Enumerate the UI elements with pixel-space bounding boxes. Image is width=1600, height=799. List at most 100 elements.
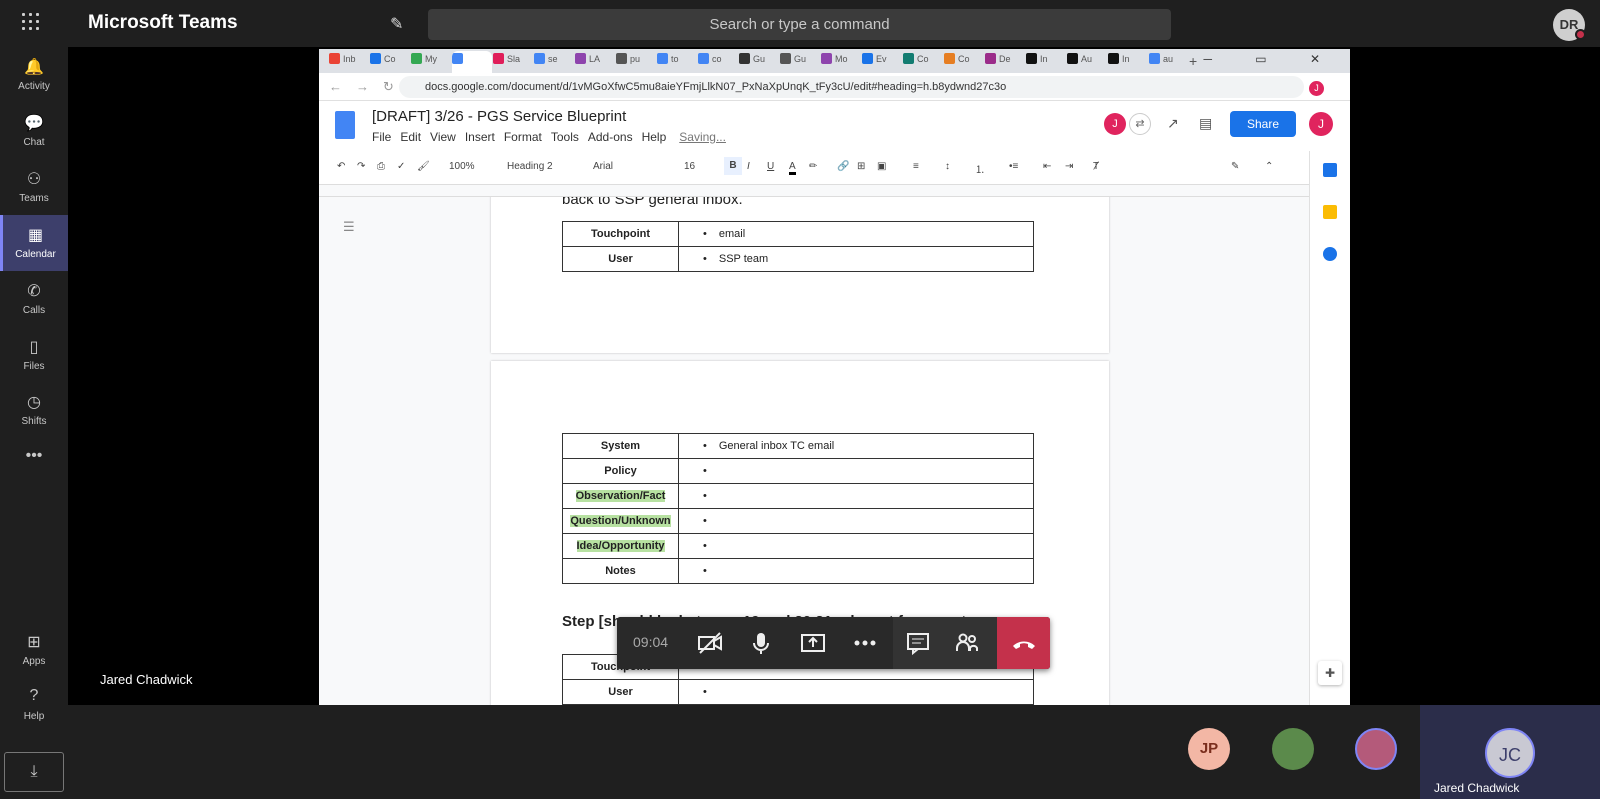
activity-icon[interactable]: ↗	[1167, 115, 1179, 132]
browser-tab[interactable]: In	[1108, 53, 1146, 71]
avatar[interactable]: J	[1309, 112, 1333, 136]
row-value[interactable]: email	[719, 228, 745, 240]
line-spacing-icon[interactable]: ↕	[945, 161, 950, 172]
search-input[interactable]: Search or type a command	[428, 9, 1171, 40]
decrease-indent-icon[interactable]: ⇤	[1043, 161, 1051, 172]
highlight-icon[interactable]: ✏	[809, 161, 817, 172]
nav-buttons[interactable]: ←→↻	[329, 79, 408, 95]
menu-item[interactable]: Tools	[551, 130, 579, 144]
browser-tab[interactable]: se	[534, 53, 572, 71]
download-icon[interactable]: ⤓	[4, 752, 64, 792]
menu-item[interactable]: File	[372, 130, 391, 144]
browser-tab[interactable]: Co	[944, 53, 982, 71]
image-icon[interactable]: ▣	[877, 161, 886, 172]
chevron-up-icon[interactable]: ⌃	[1265, 161, 1273, 172]
row-value[interactable]: General inbox TC email	[719, 440, 834, 452]
browser-tab[interactable]: Inb	[329, 53, 367, 71]
rail-bell[interactable]: 🔔 Activity	[0, 47, 68, 103]
style-select[interactable]: Heading 2	[507, 161, 553, 172]
browser-tab[interactable]: LA	[575, 53, 613, 71]
browser-tab[interactable]: Au	[1067, 53, 1105, 71]
browser-tab[interactable]: pu	[616, 53, 654, 71]
browser-tab[interactable]: au	[1149, 53, 1187, 71]
clear-formatting-icon[interactable]: Ⱦ	[1093, 161, 1099, 172]
row-value[interactable]: SSP team	[719, 253, 768, 265]
rail-clock[interactable]: ◷ Shifts	[0, 382, 68, 438]
browser-tab[interactable]: Ev	[862, 53, 900, 71]
app-launcher-icon[interactable]	[22, 13, 42, 33]
avatar[interactable]	[1355, 728, 1397, 770]
numbered-list-icon[interactable]: ⒈	[975, 161, 985, 176]
browser-tab[interactable]: De	[985, 53, 1023, 71]
menu-item[interactable]: Add-ons	[588, 130, 633, 144]
tasks-addon-icon[interactable]	[1323, 247, 1337, 261]
hang-up-button[interactable]	[997, 617, 1050, 669]
rail-teams[interactable]: ⚇ Teams	[0, 159, 68, 215]
browser-tab[interactable]: Mo	[821, 53, 859, 71]
rail-phone[interactable]: ✆ Calls	[0, 271, 68, 327]
zoom-select[interactable]: 100%	[449, 161, 475, 172]
document-title[interactable]: [DRAFT] 3/26 - PGS Service Blueprint	[372, 108, 626, 125]
menu-item[interactable]: Help	[642, 130, 667, 144]
more-options-icon[interactable]	[852, 630, 878, 656]
italic-button[interactable]: I	[747, 161, 750, 172]
explore-icon[interactable]: ✚	[1318, 661, 1342, 685]
bold-button[interactable]: B	[724, 157, 742, 175]
browser-tab[interactable]: co	[698, 53, 736, 71]
menu-item[interactable]: Insert	[465, 130, 495, 144]
bulleted-list-icon[interactable]: •≡	[1009, 161, 1018, 172]
browser-tab[interactable]: In	[1026, 53, 1064, 71]
profile-avatar[interactable]: J	[1309, 81, 1324, 96]
chat-icon[interactable]	[905, 630, 931, 656]
rail-more[interactable]: •••	[0, 437, 68, 493]
rail-help[interactable]: ? Help	[0, 677, 68, 733]
spellcheck-icon[interactable]: ✓	[397, 161, 405, 172]
avatar[interactable]: JP	[1188, 728, 1230, 770]
print-icon[interactable]: ⎙	[377, 161, 385, 172]
profile-icon[interactable]: J	[1309, 78, 1324, 96]
editing-mode-icon[interactable]: ✎	[1231, 161, 1239, 172]
new-tab-icon[interactable]: +	[1189, 53, 1197, 71]
paint-format-icon[interactable]: 🖌	[417, 161, 430, 172]
url-input[interactable]: docs.google.com/document/d/1vMGoXfwC5mu8…	[399, 76, 1304, 98]
browser-tab[interactable]	[452, 51, 492, 73]
undo-icon[interactable]: ↶	[337, 161, 345, 172]
camera-off-icon[interactable]	[697, 630, 723, 656]
calendar-addon-icon[interactable]	[1323, 163, 1337, 177]
ruler[interactable]	[319, 185, 1309, 197]
new-chat-icon[interactable]: ✎	[390, 14, 403, 34]
redo-icon[interactable]: ↷	[357, 161, 365, 172]
docs-logo-icon[interactable]	[335, 111, 355, 139]
share-button[interactable]: Share	[1230, 111, 1296, 137]
increase-indent-icon[interactable]: ⇥	[1065, 161, 1073, 172]
participants-icon[interactable]	[954, 630, 980, 656]
insert-comment-icon[interactable]: ⊞	[857, 161, 865, 172]
outline-icon[interactable]: ☰	[343, 219, 355, 235]
browser-tab[interactable]: My	[411, 53, 449, 71]
avatar[interactable]	[1272, 728, 1314, 770]
window-controls[interactable]: ─ ▭ ✕	[1203, 52, 1340, 66]
comments-history-icon[interactable]: ⇄	[1129, 113, 1151, 135]
browser-tab[interactable]: Gu	[739, 53, 777, 71]
collaborator-avatar[interactable]: J	[1104, 113, 1126, 135]
font-select[interactable]: Arial	[593, 161, 613, 172]
menu-item[interactable]: Edit	[400, 130, 421, 144]
rail-apps[interactable]: ⊞ Apps	[0, 622, 68, 678]
keep-addon-icon[interactable]	[1323, 205, 1337, 219]
rail-file[interactable]: ▯ Files	[0, 327, 68, 383]
align-icon[interactable]: ≡	[913, 161, 919, 172]
browser-tab[interactable]: Gu	[780, 53, 818, 71]
microphone-icon[interactable]	[748, 630, 774, 656]
browser-tab[interactable]: Co	[903, 53, 941, 71]
browser-tab[interactable]: Co	[370, 53, 408, 71]
browser-tab[interactable]: Sla	[493, 53, 531, 71]
menu-item[interactable]: Format	[504, 130, 542, 144]
avatar[interactable]: JC	[1485, 728, 1535, 778]
underline-button[interactable]: U	[767, 161, 774, 172]
link-icon[interactable]: 🔗	[837, 161, 849, 172]
font-size-select[interactable]: 16	[684, 161, 695, 172]
comment-icon[interactable]: ▤	[1199, 115, 1212, 132]
rail-chat[interactable]: 💬 Chat	[0, 103, 68, 159]
text-color-button[interactable]: A	[789, 161, 796, 175]
menu-item[interactable]: View	[430, 130, 456, 144]
